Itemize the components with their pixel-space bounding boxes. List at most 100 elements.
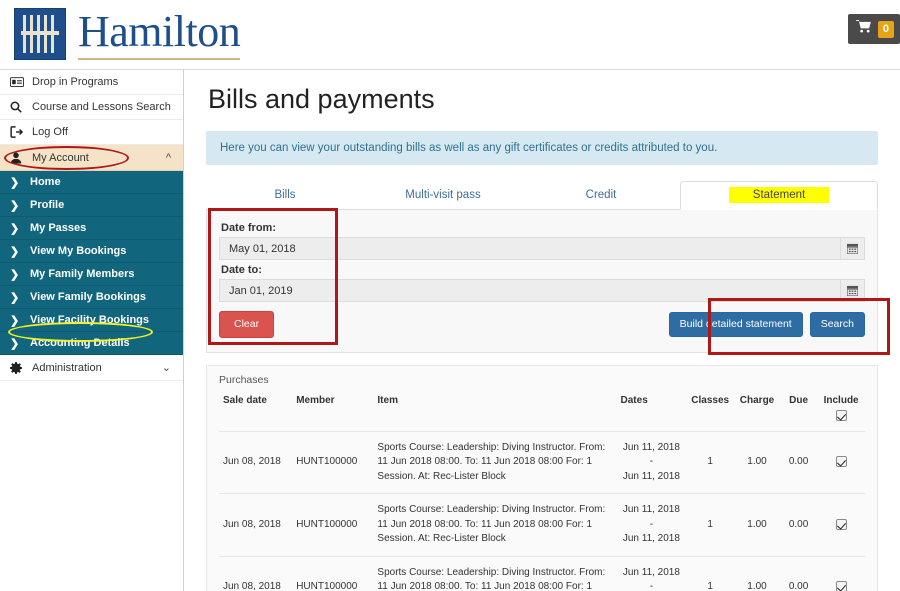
cell-include: [817, 431, 865, 494]
calendar-icon[interactable]: [840, 279, 865, 302]
cell-sale-date: Jun 08, 2018: [223, 456, 281, 468]
column-header-item: Item: [377, 394, 398, 406]
purchases-table: Sale date Member Item Dates Classes Char…: [219, 391, 865, 591]
cell-due: 0.00: [788, 456, 809, 468]
column-header-dates: Dates: [620, 394, 648, 406]
purchases-table-card: Purchases Sale date Member Item Dates Cl…: [206, 364, 878, 591]
cell-charge: 1.00: [747, 518, 767, 530]
cell-include: [817, 494, 865, 557]
cell-item: Sports Course: Leadership: Diving Instru…: [377, 504, 606, 545]
column-header-member: Member: [296, 394, 335, 406]
tab-multi-visit-pass[interactable]: Multi-visit pass: [364, 189, 522, 209]
sidebar-subitem-view-facility-bookings[interactable]: ❯ View Facility Bookings: [0, 309, 183, 332]
build-detailed-statement-button[interactable]: Build detailed statement: [668, 312, 803, 337]
chevron-right-icon: ❯: [10, 291, 20, 304]
sidebar-sublabel: Home: [30, 176, 61, 188]
tab-statement-label: Statement: [728, 187, 830, 203]
tab-bills[interactable]: Bills: [206, 189, 364, 209]
cell-item: Sports Course: Leadership: Diving Instru…: [377, 566, 606, 591]
search-button[interactable]: Search: [809, 312, 865, 337]
cell-sale-date: Jun 08, 2018: [223, 581, 281, 591]
sidebar-subitem-view-my-bookings[interactable]: ❯ View My Bookings: [0, 240, 183, 263]
cell-classes: 1: [707, 581, 713, 591]
sidebar-sublabel: Profile: [30, 199, 65, 211]
sidebar-item-drop-in-programs[interactable]: Drop in Programs: [0, 70, 183, 95]
cell-dates: Jun 11, 2018 - Jun 11, 2018: [617, 556, 687, 591]
date-to-label: Date to:: [221, 264, 262, 276]
card-icon: [10, 77, 32, 87]
sidebar-item-administration[interactable]: Administration ⌄: [0, 355, 183, 381]
chevron-right-icon: ❯: [10, 268, 20, 281]
chevron-right-icon: ❯: [10, 245, 20, 258]
cell-sale-date: Jun 08, 2018: [223, 518, 281, 530]
sidebar-item-my-account[interactable]: My Account ^: [0, 145, 183, 171]
dates-start: Jun 11, 2018: [622, 441, 680, 453]
table-row[interactable]: Jun 08, 2018 HUNT100000 Sports Course: L…: [219, 556, 865, 591]
tab-statement[interactable]: Statement: [680, 181, 878, 210]
gear-icon: [10, 361, 32, 374]
date-from-input[interactable]: May 01, 2018: [219, 237, 840, 260]
statement-filter-panel: Date from: May 01, 2018 Date to: Jan 01,…: [206, 210, 878, 353]
cell-due: 0.00: [788, 518, 809, 530]
search-actions: Build detailed statement Search: [668, 312, 865, 337]
sidebar-item-course-and-lessons-search[interactable]: Course and Lessons Search: [0, 95, 183, 120]
sidebar-subitem-home[interactable]: ❯ Home: [0, 171, 183, 194]
table-header-row: Sale date Member Item Dates Classes Char…: [219, 391, 865, 432]
application-page: Hamilton 0 Drop in Programs Course and L…: [0, 0, 900, 591]
sidebar-label: My Account: [32, 151, 89, 164]
brand-logo[interactable]: Hamilton: [14, 8, 241, 60]
dates-separator: -: [649, 581, 654, 591]
sidebar-subitem-view-family-bookings[interactable]: ❯ View Family Bookings: [0, 286, 183, 309]
sidebar-subitem-my-passes[interactable]: ❯ My Passes: [0, 217, 183, 240]
shopping-cart-icon: [855, 20, 871, 38]
sidebar-subitem-my-family-members[interactable]: ❯ My Family Members: [0, 263, 183, 286]
column-header-sale-date: Sale date: [223, 394, 267, 406]
table-row[interactable]: Jun 08, 2018 HUNT100000 Sports Course: L…: [219, 431, 865, 494]
date-to-row: Jan 01, 2019: [219, 279, 865, 302]
sidebar-sublabel: View My Bookings: [30, 245, 127, 257]
site-header: Hamilton 0: [0, 0, 900, 70]
include-checkbox[interactable]: [835, 456, 847, 467]
include-all-checkbox[interactable]: [835, 409, 847, 421]
cell-member: HUNT100000: [296, 581, 358, 591]
column-header-charge: Charge: [739, 394, 775, 406]
cell-classes: 1: [707, 456, 713, 468]
date-to-input[interactable]: Jan 01, 2019: [219, 279, 840, 302]
column-header-classes: Classes: [691, 394, 730, 406]
chevron-up-icon[interactable]: ^: [166, 152, 171, 164]
include-checkbox[interactable]: [835, 518, 847, 530]
cell-charge: 1.00: [747, 581, 767, 591]
page-title: Bills and payments: [208, 84, 435, 114]
clear-button[interactable]: Clear: [219, 311, 275, 338]
column-header-due: Due: [789, 394, 809, 406]
table-body: Jun 08, 2018 HUNT100000 Sports Course: L…: [219, 431, 865, 591]
chevron-right-icon: ❯: [10, 337, 20, 350]
sidebar-subitem-profile[interactable]: ❯ Profile: [0, 194, 183, 217]
sidebar-label: Administration: [32, 361, 102, 374]
chevron-right-icon: ❯: [10, 314, 20, 327]
tab-credit[interactable]: Credit: [522, 189, 680, 209]
dates-start: Jun 11, 2018: [622, 504, 680, 516]
table-row[interactable]: Jun 08, 2018 HUNT100000 Sports Course: L…: [219, 493, 865, 557]
sidebar-item-log-off[interactable]: Log Off: [0, 120, 183, 145]
sidebar-label: Drop in Programs: [32, 76, 119, 88]
main-content: Bills and payments Here you can view you…: [184, 70, 900, 591]
sidebar-navigation: Drop in Programs Course and Lessons Sear…: [0, 70, 184, 591]
user-icon: [10, 152, 32, 164]
calendar-icon[interactable]: [840, 237, 865, 260]
sidebar-subitem-accounting-details[interactable]: ❯ Accounting Details: [0, 332, 183, 355]
cell-charge: 1.00: [747, 456, 767, 468]
chevron-down-icon[interactable]: ⌄: [162, 361, 171, 374]
dates-separator: -: [649, 518, 654, 530]
column-header-include-label: Include: [823, 394, 859, 406]
cell-dates: Jun 11, 2018 - Jun 11, 2018: [617, 431, 687, 494]
include-checkbox[interactable]: [835, 581, 847, 591]
sidebar-sublabel: Accounting Details: [30, 337, 130, 349]
hamilton-crest-icon: [14, 8, 66, 60]
search-icon: [10, 101, 32, 113]
sidebar-sublabel: View Facility Bookings: [30, 314, 149, 326]
sidebar-sublabel: My Family Members: [30, 268, 135, 280]
cell-item: Sports Course: Leadership: Diving Instru…: [377, 441, 606, 482]
chevron-right-icon: ❯: [10, 222, 20, 235]
cart-button[interactable]: 0: [847, 14, 900, 44]
